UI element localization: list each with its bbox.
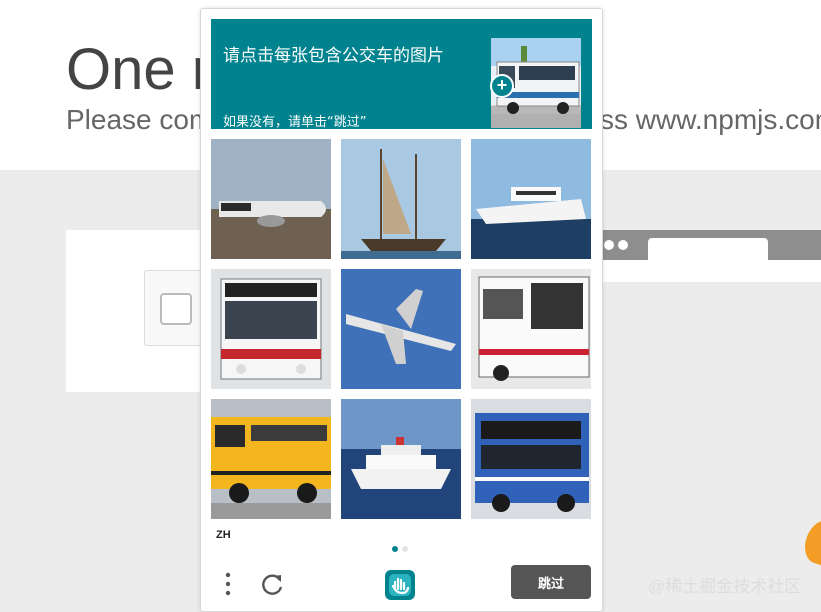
plus-icon: +	[490, 74, 514, 98]
refresh-icon[interactable]	[259, 571, 285, 597]
skip-button[interactable]: 跳过	[511, 565, 591, 599]
browser-dot	[604, 240, 614, 250]
captcha-challenge: 请点击每张包含公交车的图片 如果没有，请单击“跳过” + ZH 跳过	[200, 8, 603, 612]
browser-dot	[618, 240, 628, 250]
tile-airplane-2[interactable]	[341, 269, 461, 389]
page-dot-active	[392, 546, 398, 552]
tile-bus-1[interactable]	[211, 269, 331, 389]
page-subtitle-right: ss www.npmjs.com	[600, 104, 821, 135]
watermark-text: @稀土掘金技术社区	[648, 577, 802, 596]
hcaptcha-logo-icon[interactable]	[384, 569, 416, 601]
captcha-footer: 跳过	[201, 559, 602, 611]
browser-illustration-body	[596, 260, 821, 282]
tile-cruise-ship[interactable]	[341, 399, 461, 519]
captcha-image-grid	[211, 139, 592, 520]
tile-yacht[interactable]	[471, 139, 591, 259]
language-label[interactable]: ZH	[216, 529, 231, 541]
orange-shape	[799, 516, 821, 568]
prompt-title: 请点击每张包含公交车的图片	[223, 46, 444, 66]
tile-sailboat[interactable]	[341, 139, 461, 259]
browser-illustration-bar	[596, 230, 821, 260]
page-dot	[402, 546, 408, 552]
tile-school-bus[interactable]	[211, 399, 331, 519]
captcha-prompt: 请点击每张包含公交车的图片 如果没有，请单击“跳过” +	[211, 19, 592, 130]
tile-bus-2[interactable]	[471, 269, 591, 389]
tile-bus-3[interactable]	[471, 399, 591, 519]
page-subtitle-left: Please com	[66, 104, 213, 135]
browser-tab	[648, 238, 768, 260]
tile-airplane-1[interactable]	[211, 139, 331, 259]
more-options-icon[interactable]	[221, 571, 235, 597]
captcha-checkbox-wrapper	[144, 270, 208, 346]
prompt-note: 如果没有，请单击“跳过”	[223, 115, 367, 130]
page-heading: One r	[66, 37, 212, 102]
captcha-checkbox[interactable]	[160, 293, 192, 325]
page-indicator	[392, 539, 412, 557]
